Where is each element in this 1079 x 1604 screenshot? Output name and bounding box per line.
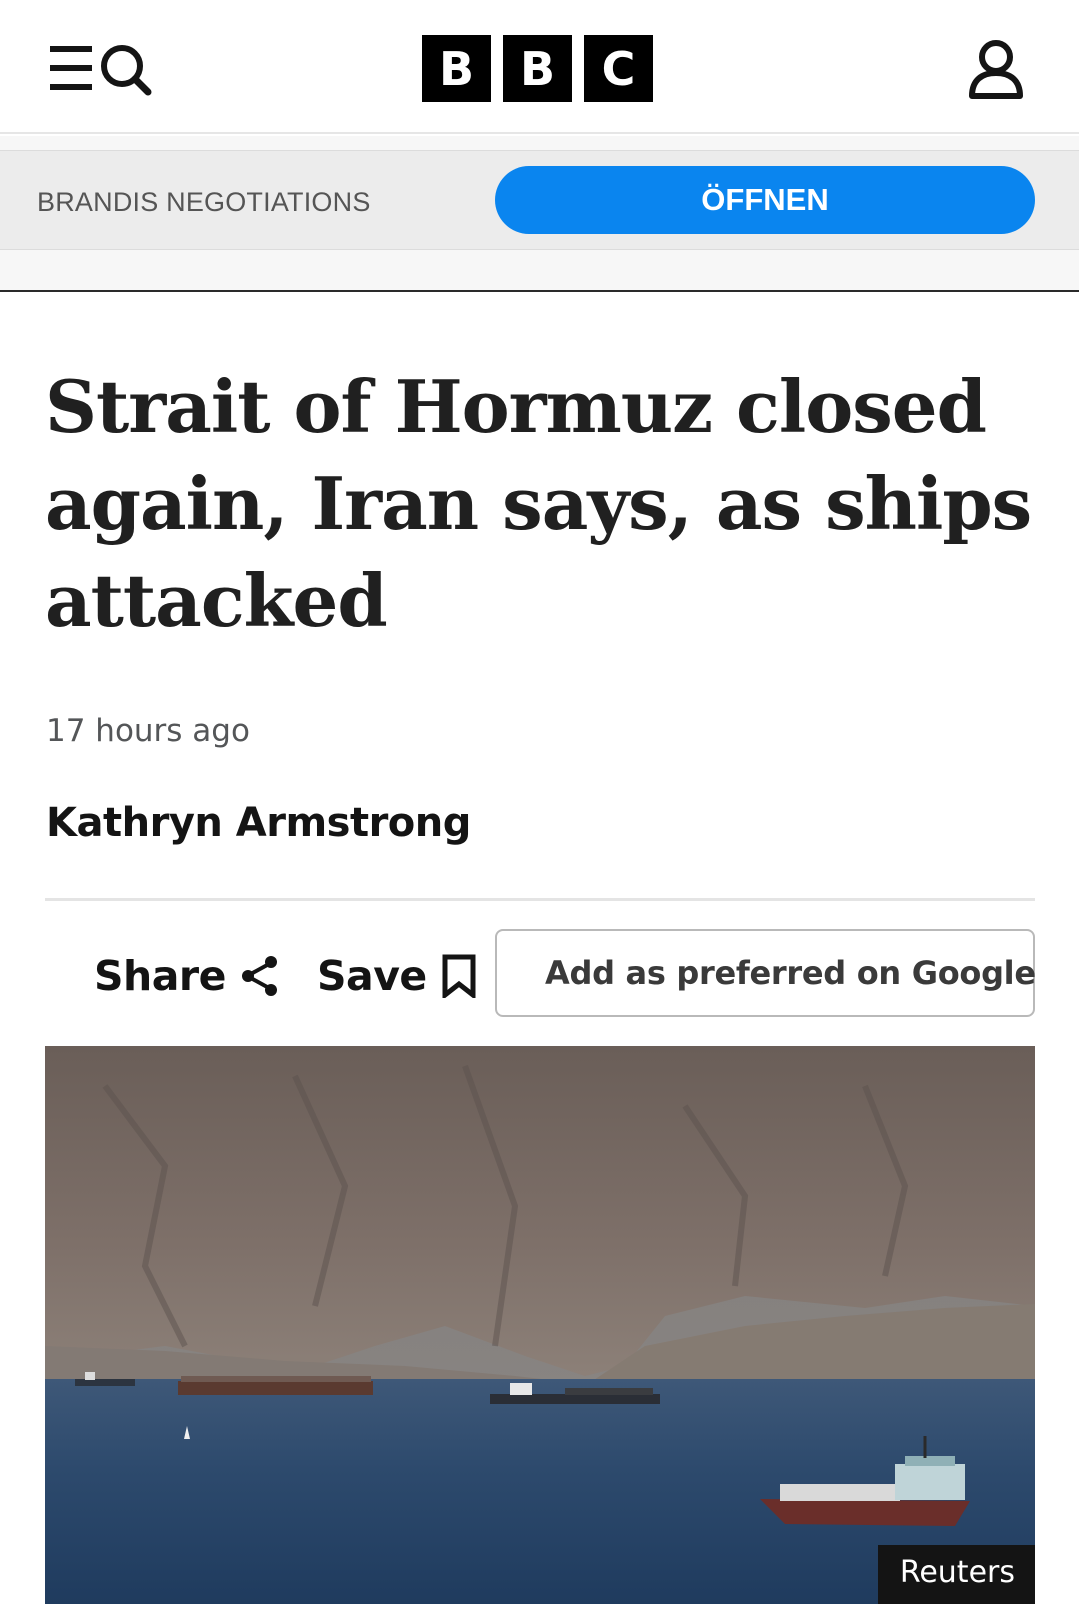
account-button[interactable] [968, 38, 1032, 102]
logo-letter-c: C [584, 35, 653, 102]
ad-label: BRANDIS NEGOTIATIONS [37, 187, 371, 217]
add-preferred-google-button[interactable]: Add as preferred on Google [495, 929, 1036, 1017]
article-image: Reuters [45, 1046, 1035, 1604]
search-icon [101, 45, 152, 96]
image-credit: Reuters [877, 1545, 1035, 1604]
logo-letter-b1: B [422, 35, 491, 102]
account-icon [969, 40, 1023, 99]
share-label: Share [94, 952, 226, 1000]
share-icon [241, 956, 277, 996]
article-timestamp: 17 hours ago [46, 713, 250, 749]
strait-photo-illustration [45, 1046, 1035, 1604]
menu-icon [50, 46, 92, 90]
site-header: B B C [0, 0, 1079, 134]
google-button-label: Add as preferred on Google [545, 954, 1036, 992]
bookmark-icon [442, 954, 476, 998]
save-button[interactable]: Save [317, 948, 477, 1004]
menu-search-button[interactable] [48, 40, 160, 96]
ad-open-button[interactable]: ÖFFNEN [495, 166, 1035, 234]
divider [45, 898, 1035, 901]
ad-bar: BRANDIS NEGOTIATIONS ÖFFNEN [0, 150, 1079, 250]
author-name: Kathryn Armstrong [46, 800, 471, 846]
ad-banner: BRANDIS NEGOTIATIONS ÖFFNEN [0, 136, 1079, 292]
logo-letter-b2: B [503, 35, 572, 102]
bbc-logo[interactable]: B B C [422, 35, 653, 102]
save-label: Save [317, 952, 427, 1000]
article-headline: Strait of Hormuz closed again, Iran says… [45, 364, 1032, 643]
share-button[interactable]: Share [94, 948, 280, 1004]
